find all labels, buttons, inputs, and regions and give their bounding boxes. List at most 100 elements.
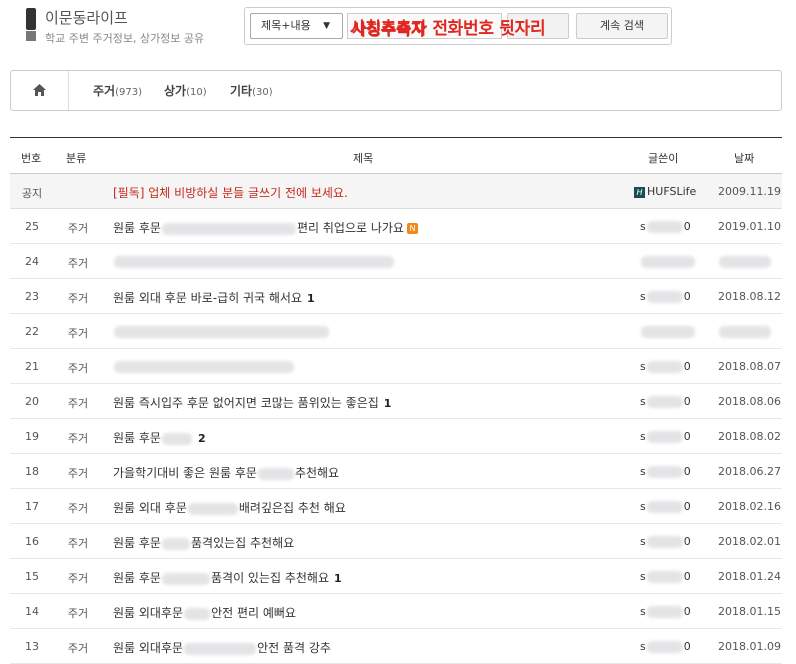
row-number: 22 [25, 325, 39, 338]
header-date: 날짜 [734, 152, 755, 165]
home-button[interactable] [11, 71, 69, 110]
post-title-link[interactable]: 원룸 후문 2 [113, 429, 206, 446]
post-author[interactable]: s0 [640, 570, 691, 583]
post-date: 2019.01.10 [718, 220, 781, 233]
post-author[interactable]: s0 [640, 290, 691, 303]
table-row[interactable]: 16 주거 원룸 후문 품격있는집 추천해요 s 0 2018.02.01 [10, 524, 782, 559]
continue-search-button[interactable]: 계속 검색 [576, 13, 668, 39]
post-author[interactable]: s0 [640, 360, 691, 373]
post-title-link[interactable] [113, 324, 330, 338]
author-prefix: s [640, 290, 646, 303]
chevron-down-icon: ▼ [323, 21, 330, 31]
site-title[interactable]: 이문동라이프 [45, 7, 128, 28]
home-icon [33, 84, 46, 96]
table-row[interactable]: 13 주거 원룸 외대후문 안전 품격 강추 s 0 2018.01.09 [10, 629, 782, 664]
author-suffix: 0 [683, 395, 691, 408]
post-title-link[interactable]: 원룸 후문 품격있는집 추천해요 [113, 534, 294, 551]
row-number: 18 [25, 465, 39, 478]
table-row[interactable]: 19 주거 원룸 후문 2 s 0 2018.08.02 [10, 419, 782, 454]
notice-row[interactable]: 공지 [필독] 업체 비방하실 분들 글쓰기 전에 보세요. H HUFSLife… [10, 174, 782, 209]
notice-author[interactable]: H HUFSLife [634, 185, 696, 198]
table-row[interactable]: 22 주거 [10, 314, 782, 349]
row-category: 주거 [67, 572, 89, 585]
post-author[interactable]: s0 [640, 395, 691, 408]
row-number: 14 [25, 605, 39, 618]
post-author[interactable] [640, 325, 696, 338]
row-number: 13 [25, 640, 39, 653]
header-author: 글쓴이 [648, 152, 679, 165]
post-title-link[interactable] [113, 254, 395, 268]
post-title-link[interactable]: 원룸 즉시입주 후문 없어지면 코많는 품위있는 좋은집 1 [113, 394, 391, 411]
post-author[interactable]: s0 [640, 605, 691, 618]
row-category: 주거 [67, 537, 89, 550]
post-title-link[interactable]: 원룸 외대 후문 바로-급히 귀국 해서요 1 [113, 289, 315, 306]
title-text-suffix: 배려깊은집 추천 해요 [238, 501, 346, 515]
post-rows: 25 주거 원룸 후문 편리 취업으로 나가요 Ns 0 2019.01.10 24 주거 23 주… [10, 209, 782, 664]
author-suffix: 0 [683, 570, 691, 583]
tab-residence[interactable]: 주거(973) [93, 82, 142, 99]
search-scope-select[interactable]: 제목+내용 ▼ [250, 13, 343, 39]
row-category: 주거 [67, 607, 89, 620]
table-row[interactable]: 20 주거 원룸 즉시입주 후문 없어지면 코많는 품위있는 좋은집 1 s 0 2018.… [10, 384, 782, 419]
tab-shops[interactable]: 상가(10) [164, 82, 207, 99]
post-title-link[interactable]: 원룸 외대 후문 배려깊은집 추천 해요 [113, 499, 346, 516]
table-row[interactable]: 25 주거 원룸 후문 편리 취업으로 나가요 Ns 0 2019.01.10 [10, 209, 782, 244]
redacted-text [646, 536, 683, 548]
title-text: 원룸 후문 [113, 431, 161, 445]
row-number: 17 [25, 500, 39, 513]
post-title-link[interactable]: 원룸 후문 편리 취업으로 나가요 N [113, 219, 418, 236]
author-prefix: s [640, 570, 646, 583]
table-row[interactable]: 17 주거 원룸 외대 후문 배려깊은집 추천 해요 s 0 2018.02.16 [10, 489, 782, 524]
author-name: HUFSLife [647, 185, 697, 198]
post-author[interactable]: s0 [640, 640, 691, 653]
post-date: 2018.02.01 [718, 535, 781, 548]
notice-title-link[interactable]: [필독] 업체 비방하실 분들 글쓰기 전에 보세요. [113, 184, 348, 201]
table-row[interactable]: 24 주거 [10, 244, 782, 279]
row-number: 15 [25, 570, 39, 583]
redacted-text [646, 431, 683, 443]
table-row[interactable]: 18 주거 가을학기대비 좋은 원룸 후문 추천해요 s 0 2018.06.27 [10, 454, 782, 489]
post-title-link[interactable]: 원룸 외대후문 안전 편리 예뻐요 [113, 604, 296, 621]
post-author[interactable]: s0 [640, 465, 691, 478]
tab-label: 상가 [164, 84, 187, 98]
comment-count[interactable]: 1 [384, 397, 392, 410]
row-category: 주거 [67, 432, 89, 445]
new-badge-icon: N [406, 223, 418, 234]
post-title-link[interactable]: 원룸 외대후문 안전 품격 강추 [113, 639, 331, 656]
redacted-text [646, 501, 683, 513]
table-row[interactable]: 21 주거 s 0 2018.08.07 [10, 349, 782, 384]
post-author[interactable]: s0 [640, 535, 691, 548]
comment-count[interactable]: 1 [334, 572, 342, 585]
comment-count[interactable]: 2 [198, 432, 206, 445]
row-number: 16 [25, 535, 39, 548]
post-author[interactable]: s0 [640, 220, 691, 233]
redacted-text [646, 221, 683, 233]
author-suffix: 0 [683, 290, 691, 303]
table-row[interactable]: 23 주거 원룸 외대 후문 바로-급히 귀국 해서요 1 s 0 2018.08.12 [10, 279, 782, 314]
table-row[interactable]: 14 주거 원룸 외대후문 안전 편리 예뻐요 s 0 2018.01.15 [10, 594, 782, 629]
row-number: 공지 [21, 187, 43, 200]
row-category: 주거 [67, 642, 89, 655]
tab-etc[interactable]: 기타(30) [230, 82, 273, 99]
title-text: 원룸 외대후문 [113, 641, 184, 655]
site-subtitle: 학교 주변 주거정보, 상가정보 공유 [45, 32, 205, 45]
post-author[interactable]: s0 [640, 430, 691, 443]
row-category: 주거 [67, 362, 89, 375]
post-title-link[interactable]: 원룸 후문 품격이 있는집 추천해요 1 [113, 569, 342, 586]
table-row[interactable]: 15 주거 원룸 후문 품격이 있는집 추천해요 1 s 0 2018.01.24 [10, 559, 782, 594]
author-prefix: s [640, 535, 646, 548]
post-title-link[interactable]: 가을학기대비 좋은 원룸 후문 추천해요 [113, 464, 339, 481]
post-date [718, 255, 772, 268]
row-category: 주거 [67, 327, 89, 340]
comment-count[interactable]: 1 [307, 292, 315, 305]
post-author[interactable]: s0 [640, 500, 691, 513]
row-category: 주거 [67, 257, 89, 270]
header-category: 분류 [66, 152, 87, 165]
redacted-text [719, 256, 771, 268]
post-author[interactable] [640, 255, 696, 268]
redacted-text [257, 467, 294, 480]
author-suffix: 0 [683, 220, 691, 233]
author-prefix: s [640, 500, 646, 513]
title-text: 원룸 후문 [113, 571, 161, 585]
post-title-link[interactable] [113, 359, 295, 373]
